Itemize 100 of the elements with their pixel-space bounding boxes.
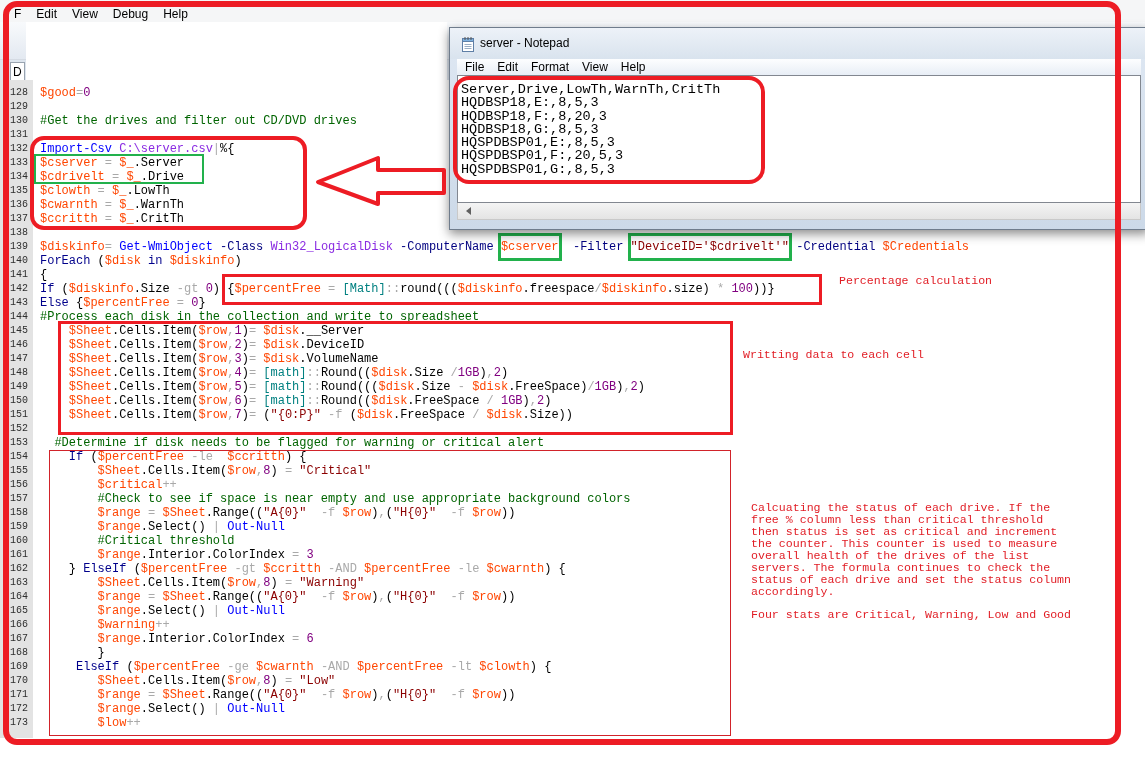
line-number: 128 bbox=[10, 86, 28, 100]
code-line: $clowth = $_.LowTh bbox=[40, 184, 170, 198]
line-number: 157 bbox=[10, 492, 28, 506]
line-number: 170 bbox=[10, 674, 28, 688]
line-number: 150 bbox=[10, 394, 28, 408]
code-line: $low++ bbox=[97, 716, 141, 730]
highlighted-code: "DeviceID='$cdrivelt'" bbox=[627, 233, 792, 261]
code-line: ForEach ($disk in $diskinfo) bbox=[40, 254, 242, 268]
code-line: $range.Select() | Out-Null bbox=[97, 604, 285, 618]
line-number: 137 bbox=[10, 212, 28, 226]
text-line: HQDBSP18,F:,8,20,3 bbox=[461, 109, 607, 123]
code-line: $range.Select() | Out-Null bbox=[97, 520, 285, 534]
menu-item[interactable]: View bbox=[72, 7, 98, 22]
code-line: If ($percentFree -le $ccritth) { bbox=[68, 450, 307, 464]
line-number: 142 bbox=[10, 282, 28, 296]
line-number: 132 bbox=[10, 142, 28, 156]
code-line: #Process each disk in the collection and write to spreadsheet bbox=[40, 310, 480, 324]
line-number: 129 bbox=[10, 100, 28, 114]
line-number: 145 bbox=[10, 324, 28, 338]
line-number: 160 bbox=[10, 534, 28, 548]
line-number: 133 bbox=[10, 156, 28, 170]
line-number: 138 bbox=[10, 226, 28, 240]
line-number: 161 bbox=[10, 548, 28, 562]
code-line: #Critical threshold bbox=[97, 534, 235, 548]
text-area-field[interactable]: Server,Drive,LowTh,WarnTh,CritTh HQDBSP18,E:,8,5,3 HQDBSP18,F:,8,20,3 HQDBSP18,G:,8,5,3 HQSPDBSP01,E:,8,5,3 HQSPDBSP01,F:,20,5,3 HQSPDBSP01,G:,8,5,3 bbox=[457, 75, 1141, 203]
line-number: 151 bbox=[10, 408, 28, 422]
menu-item[interactable]: Debug bbox=[112, 7, 149, 22]
line-number: 158 bbox=[10, 506, 28, 520]
code-line: $cwarnth = $_.WarnTh bbox=[40, 198, 185, 212]
line-number: 134 bbox=[10, 170, 28, 184]
line-number: 159 bbox=[10, 520, 28, 534]
code-line: $range = $Sheet.Range(("A{0}" -f $row),("H{0}" -f $row)) bbox=[97, 590, 516, 604]
code-line: $critical++ bbox=[97, 478, 177, 492]
code-line: $Sheet.Cells.Item($row,7)= ("{0:P}" -f ($disk.FreeSpace / $disk.Size)) bbox=[68, 408, 573, 422]
code-line: -Credential $Credentials bbox=[796, 240, 970, 254]
code-line: ElseIf ($percentFree -ge $cwarnth -AND $percentFree -lt $clowth) { bbox=[76, 660, 552, 674]
line-number: 172 bbox=[10, 702, 28, 716]
horizontal-scrollbar[interactable] bbox=[457, 203, 1141, 220]
line-number: 155 bbox=[10, 464, 28, 478]
code-line: $range.Interior.ColorIndex = 3 bbox=[97, 548, 314, 562]
code-line: Import-Csv C:\server.csv|%{ bbox=[40, 142, 235, 156]
window-title: server - Notepad bbox=[480, 36, 570, 51]
menu-item[interactable]: Help bbox=[620, 60, 646, 74]
line-number: 147 bbox=[10, 352, 28, 366]
code-line: -Filter bbox=[572, 240, 624, 254]
text-line: HQSPDBSP01,E:,8,5,3 bbox=[461, 136, 615, 150]
line-number: 167 bbox=[10, 632, 28, 646]
editor-tab[interactable]: D bbox=[10, 62, 25, 80]
line-number: 130 bbox=[10, 114, 28, 128]
code-line: { bbox=[40, 268, 48, 282]
code-line: $Sheet.Cells.Item($row,5)= [math]::Round((($disk.Size - $disk.FreeSpace)/1GB),2) bbox=[68, 380, 645, 394]
code-line: $range = $Sheet.Range(("A{0}" -f $row),("H{0}" -f $row)) bbox=[97, 688, 516, 702]
line-number: 152 bbox=[10, 422, 28, 436]
text-line: HQSPDBSP01,G:,8,5,3 bbox=[461, 162, 615, 177]
code-line: #Check to see if space is near empty and use appropriate background colors bbox=[97, 492, 631, 506]
line-number: 171 bbox=[10, 688, 28, 702]
line-number: 162 bbox=[10, 562, 28, 576]
code-line: $range = $Sheet.Range(("A{0}" -f $row),("H{0}" -f $row)) bbox=[97, 506, 516, 520]
text-line: HQDBSP18,G:,8,5,3 bbox=[461, 122, 599, 137]
menu-item[interactable]: Help bbox=[163, 7, 188, 22]
code-line: $range.Select() | Out-Null bbox=[97, 702, 285, 716]
highlighted-code: $cserver bbox=[497, 233, 562, 261]
menu-item[interactable]: Edit bbox=[36, 7, 58, 22]
line-number: 173 bbox=[10, 716, 28, 730]
code-line: $Sheet.Cells.Item($row,2)= $disk.DeviceID bbox=[68, 338, 365, 352]
code-line: #Determine if disk needs to be flagged for warning or critical alert bbox=[54, 436, 545, 450]
line-number: 165 bbox=[10, 604, 28, 618]
code-line: $Sheet.Cells.Item($row,8) = "Critical" bbox=[97, 464, 372, 478]
code-line: If ($diskinfo.Size -gt 0) {$percentFree = [Math]::round((($diskinfo.freespace/$diskinfo.size) * 100))} bbox=[40, 282, 775, 296]
line-number: 153 bbox=[10, 436, 28, 450]
code-line: Else {$percentFree = 0} bbox=[40, 296, 206, 310]
line-number: 168 bbox=[10, 646, 28, 660]
menu-item[interactable]: Format bbox=[531, 60, 570, 74]
line-number: 163 bbox=[10, 576, 28, 590]
scroll-left-icon[interactable] bbox=[466, 207, 471, 215]
code-line: $good=0 bbox=[40, 86, 91, 100]
line-number: 148 bbox=[10, 366, 28, 380]
annotation-note: Percentage calculation bbox=[839, 275, 993, 287]
line-number: 131 bbox=[10, 128, 28, 142]
code-line: $Sheet.Cells.Item($row,3)= $disk.VolumeName bbox=[68, 352, 379, 366]
code-line: $cdrivelt = $_.Drive bbox=[40, 170, 185, 184]
code-line: $ccritth = $_.CritTh bbox=[40, 212, 185, 226]
code-line: $warning++ bbox=[97, 618, 170, 632]
menu-item[interactable]: F bbox=[14, 7, 22, 22]
code-line: } bbox=[97, 646, 105, 660]
text-line: HQDBSP18,E:,8,5,3 bbox=[461, 96, 599, 110]
line-number: 164 bbox=[10, 590, 28, 604]
code-line: $cserver = $_.Server bbox=[40, 156, 185, 170]
menu-item[interactable]: View bbox=[582, 60, 608, 74]
line-number: 154 bbox=[10, 450, 28, 464]
text-line: Server,Drive,LowTh,WarnTh,CritTh bbox=[461, 83, 721, 97]
menu-item[interactable]: Edit bbox=[497, 60, 519, 74]
code-line: $Sheet.Cells.Item($row,6)= [math]::Round(($disk.FreeSpace / 1GB),2) bbox=[68, 394, 552, 408]
code-line: $Sheet.Cells.Item($row,8) = "Low" bbox=[97, 674, 336, 688]
line-number: 149 bbox=[10, 380, 28, 394]
line-number: 139 bbox=[10, 240, 28, 254]
menu-item[interactable]: File bbox=[465, 60, 485, 74]
line-number: 141 bbox=[10, 268, 28, 282]
text-line: HQSPDBSP01,F:,20,5,3 bbox=[461, 149, 624, 163]
code-line: $Sheet.Cells.Item($row,4)= [math]::Round(($disk.Size /1GB),2) bbox=[68, 366, 509, 380]
